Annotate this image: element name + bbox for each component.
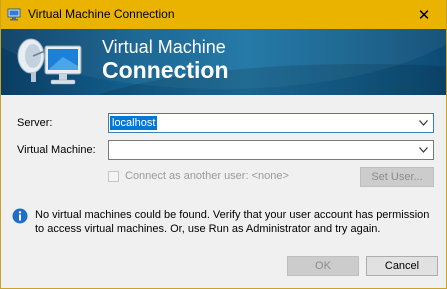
monitor-satellite-icon — [17, 38, 82, 85]
set-user-button[interactable]: Set User... — [360, 167, 434, 187]
chevron-down-icon[interactable] — [419, 147, 428, 153]
vm-connection-app-icon — [7, 8, 21, 21]
title-bar[interactable]: Virtual Machine Connection ✕ — [1, 0, 446, 29]
ok-button[interactable]: OK — [287, 256, 359, 276]
server-value: localhost — [110, 116, 158, 130]
window-title: Virtual Machine Connection — [28, 7, 175, 21]
close-icon: ✕ — [417, 6, 431, 24]
connect-as-another-user-label: Connect as another user: <none> — [125, 170, 289, 182]
virtual-machine-label: Virtual Machine: — [17, 144, 96, 156]
status-message: No virtual machines could be found. Veri… — [35, 209, 430, 235]
chevron-down-icon[interactable] — [419, 120, 428, 126]
virtual-machine-combobox[interactable] — [108, 140, 434, 160]
close-button[interactable]: ✕ — [402, 0, 446, 29]
info-icon — [12, 208, 28, 224]
banner-title-line1: Virtual Machine — [102, 37, 226, 57]
banner-title-line2: Connection — [102, 57, 229, 83]
connect-as-another-user-checkbox[interactable] — [108, 171, 119, 182]
header-banner: Virtual Machine Connection — [1, 29, 446, 95]
cancel-button[interactable]: Cancel — [366, 256, 438, 276]
server-combobox[interactable]: localhost — [108, 113, 434, 133]
vm-connection-dialog: Virtual Machine Connection ✕ Virtual Mac… — [0, 0, 447, 289]
virtual-machine-value — [110, 143, 114, 157]
server-label: Server: — [17, 117, 53, 129]
